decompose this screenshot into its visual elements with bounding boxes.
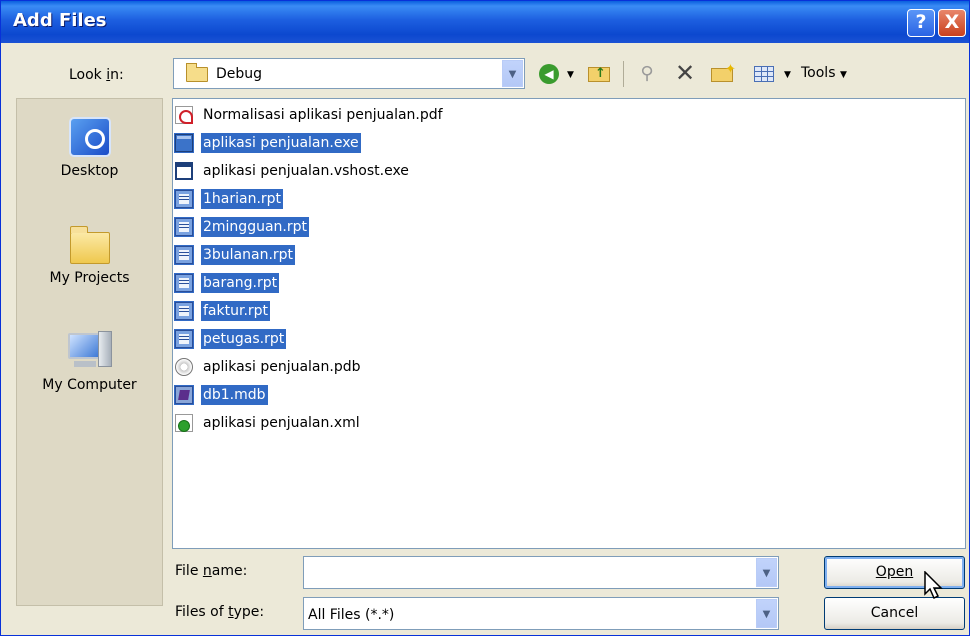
place-label: My Projects bbox=[49, 270, 130, 286]
new-folder-icon[interactable]: ✦ bbox=[711, 62, 737, 85]
place-my-projects[interactable]: My Projects bbox=[17, 224, 162, 286]
file-name-input[interactable]: ▼ bbox=[303, 556, 779, 589]
report-file-icon bbox=[175, 330, 193, 348]
title-bar[interactable]: Add Files ? X bbox=[1, 1, 969, 43]
close-button[interactable]: X bbox=[938, 9, 966, 37]
look-in-label: Look in: bbox=[69, 67, 124, 83]
desktop-icon bbox=[68, 117, 111, 157]
chevron-down-icon[interactable]: ▼ bbox=[756, 599, 777, 628]
back-icon[interactable]: ◀ bbox=[539, 64, 559, 84]
report-file-icon bbox=[175, 302, 193, 320]
report-file-icon bbox=[175, 218, 193, 236]
file-type-dropdown[interactable]: All Files (*.*) ▼ bbox=[303, 597, 779, 630]
exe-file-icon bbox=[175, 134, 193, 152]
file-type-value: All Files (*.*) bbox=[308, 607, 395, 623]
pdb-file-icon bbox=[175, 358, 193, 376]
views-icon[interactable] bbox=[752, 63, 776, 85]
report-file-icon bbox=[175, 274, 193, 292]
delete-icon[interactable]: ✕ bbox=[673, 61, 697, 85]
look-in-dropdown[interactable]: Debug ▼ bbox=[173, 58, 525, 89]
add-files-dialog: Add Files ? X Look in: Debug ▼ ◀ ▼ ↑ ⚲ ✕… bbox=[0, 0, 970, 636]
places-bar: Desktop My Projects My Computer bbox=[16, 98, 163, 606]
folder-icon bbox=[69, 226, 110, 264]
report-file-icon bbox=[175, 246, 193, 264]
tools-menu[interactable]: Tools ▼ bbox=[801, 65, 847, 81]
place-label: Desktop bbox=[60, 163, 119, 179]
help-button[interactable]: ? bbox=[907, 9, 935, 37]
views-dropdown-arrow-icon[interactable]: ▼ bbox=[784, 70, 791, 80]
file-list[interactable]: Normalisasi aplikasi penjualan.pdf aplik… bbox=[172, 98, 966, 549]
database-file-icon bbox=[175, 386, 193, 404]
exe-file-icon bbox=[175, 162, 193, 180]
chevron-down-icon[interactable]: ▼ bbox=[502, 60, 523, 87]
back-dropdown-arrow-icon[interactable]: ▼ bbox=[567, 70, 574, 80]
computer-icon bbox=[67, 331, 112, 371]
xml-file-icon bbox=[175, 414, 193, 432]
toolbar-separator bbox=[623, 61, 624, 87]
place-label: My Computer bbox=[42, 377, 137, 393]
place-my-computer[interactable]: My Computer bbox=[17, 331, 162, 393]
search-web-icon[interactable]: ⚲ bbox=[635, 63, 659, 85]
look-in-value: Debug bbox=[216, 66, 263, 82]
report-file-icon bbox=[175, 190, 193, 208]
file-type-label: Files of type: bbox=[175, 604, 265, 620]
place-desktop[interactable]: Desktop bbox=[17, 117, 162, 179]
window-title: Add Files bbox=[13, 10, 107, 31]
pdf-file-icon bbox=[175, 106, 193, 124]
file-name-label: File name: bbox=[175, 563, 248, 579]
folder-icon bbox=[186, 63, 208, 82]
up-folder-icon[interactable]: ↑ bbox=[588, 63, 612, 85]
cancel-button[interactable]: Cancel bbox=[824, 597, 965, 630]
chevron-down-icon[interactable]: ▼ bbox=[756, 558, 777, 587]
